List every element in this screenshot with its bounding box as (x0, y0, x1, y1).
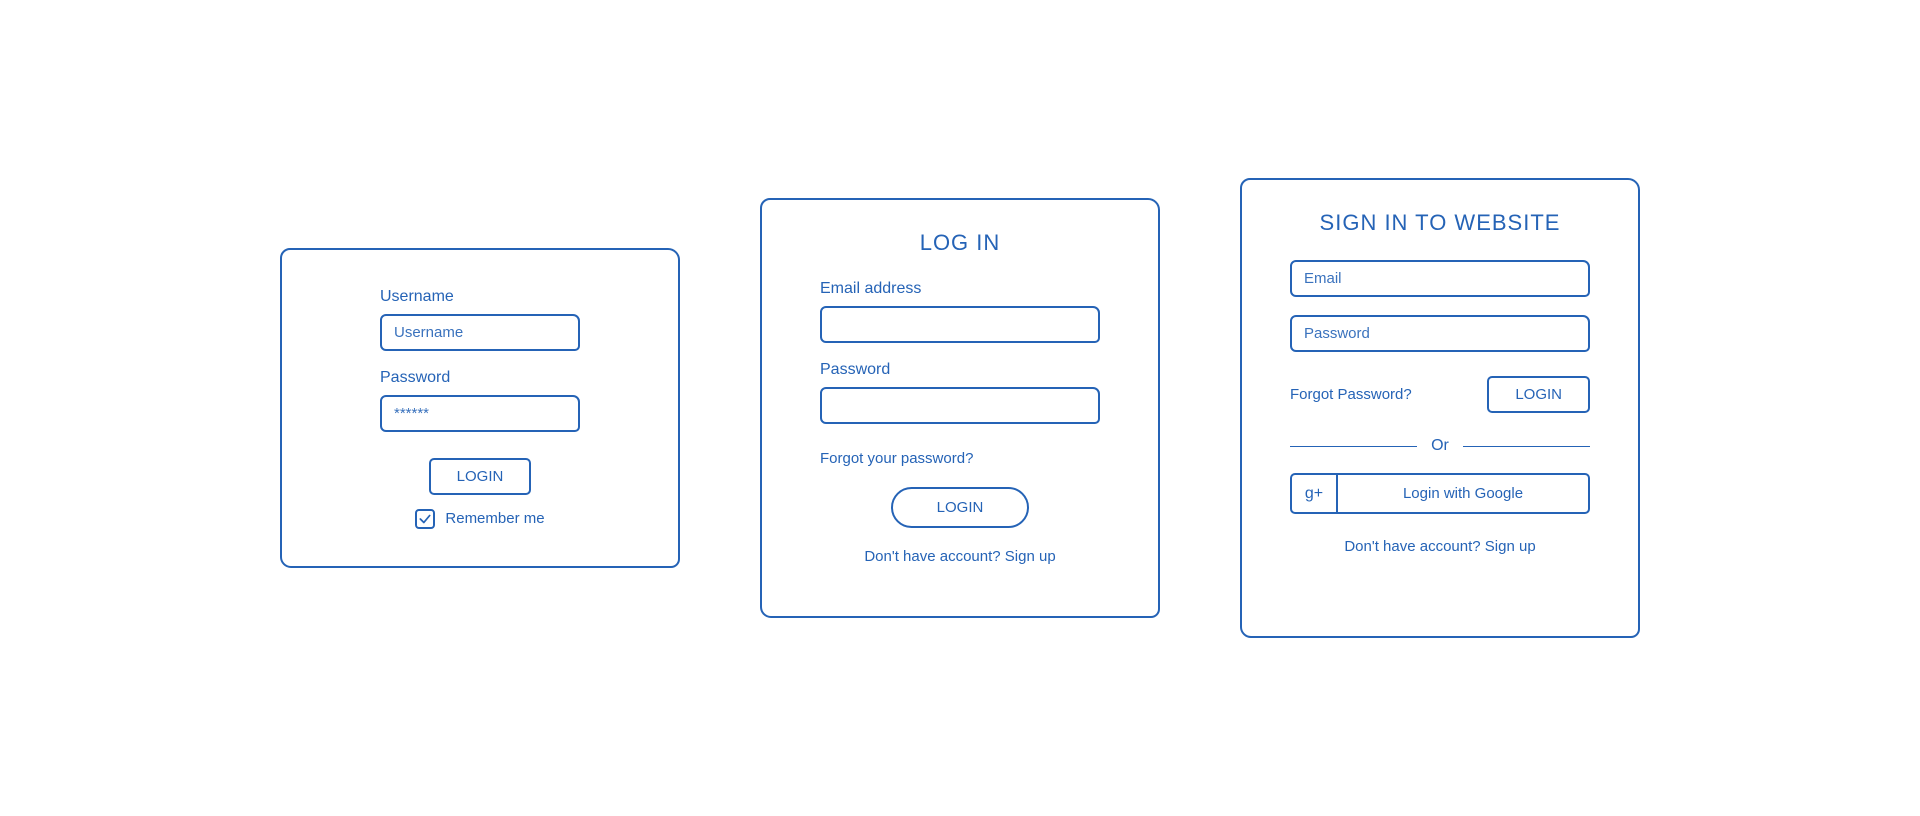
remember-me-label: Remember me (445, 510, 544, 527)
password-input[interactable] (820, 387, 1100, 424)
or-divider: Or (1290, 437, 1590, 455)
or-label: Or (1431, 437, 1449, 455)
signin-title: SIGN IN TO WEBSITE (1280, 210, 1600, 236)
password-label: Password (380, 369, 580, 387)
email-input[interactable] (1290, 260, 1590, 297)
forgot-password-link[interactable]: Forgot Password? (1290, 386, 1412, 403)
divider-line (1290, 446, 1417, 447)
forgot-password-link[interactable]: Forgot your password? (820, 450, 1100, 467)
signin-form-social-inner: Forgot Password? LOGIN Or g+ Login with … (1280, 260, 1600, 556)
check-icon (418, 512, 432, 526)
login-title: LOG IN (800, 230, 1120, 256)
login-form-email: LOG IN Email address Password Forgot you… (760, 198, 1160, 618)
login-form-email-inner: Email address Password Forgot your passw… (800, 280, 1120, 566)
login-button[interactable]: LOGIN (429, 458, 532, 495)
login-form-basic: Username Password LOGIN Remember me (280, 248, 680, 568)
divider-line (1463, 446, 1590, 447)
username-label: Username (380, 288, 580, 306)
google-login-button[interactable]: g+ Login with Google (1290, 473, 1590, 514)
signup-link[interactable]: Don't have account? Sign up (864, 548, 1055, 565)
google-login-label: Login with Google (1338, 475, 1588, 512)
login-form-basic-inner: Username Password LOGIN Remember me (320, 288, 640, 529)
username-input[interactable] (380, 314, 580, 351)
google-plus-icon: g+ (1292, 475, 1338, 512)
email-label: Email address (820, 280, 1100, 298)
remember-me-checkbox[interactable] (415, 509, 435, 529)
signup-link[interactable]: Don't have account? Sign up (1344, 538, 1535, 555)
password-input[interactable] (1290, 315, 1590, 352)
login-button[interactable]: LOGIN (891, 487, 1030, 528)
password-label: Password (820, 361, 1100, 379)
signin-form-social: SIGN IN TO WEBSITE Forgot Password? LOGI… (1240, 178, 1640, 638)
password-input[interactable] (380, 395, 580, 432)
login-button[interactable]: LOGIN (1487, 376, 1590, 413)
email-input[interactable] (820, 306, 1100, 343)
